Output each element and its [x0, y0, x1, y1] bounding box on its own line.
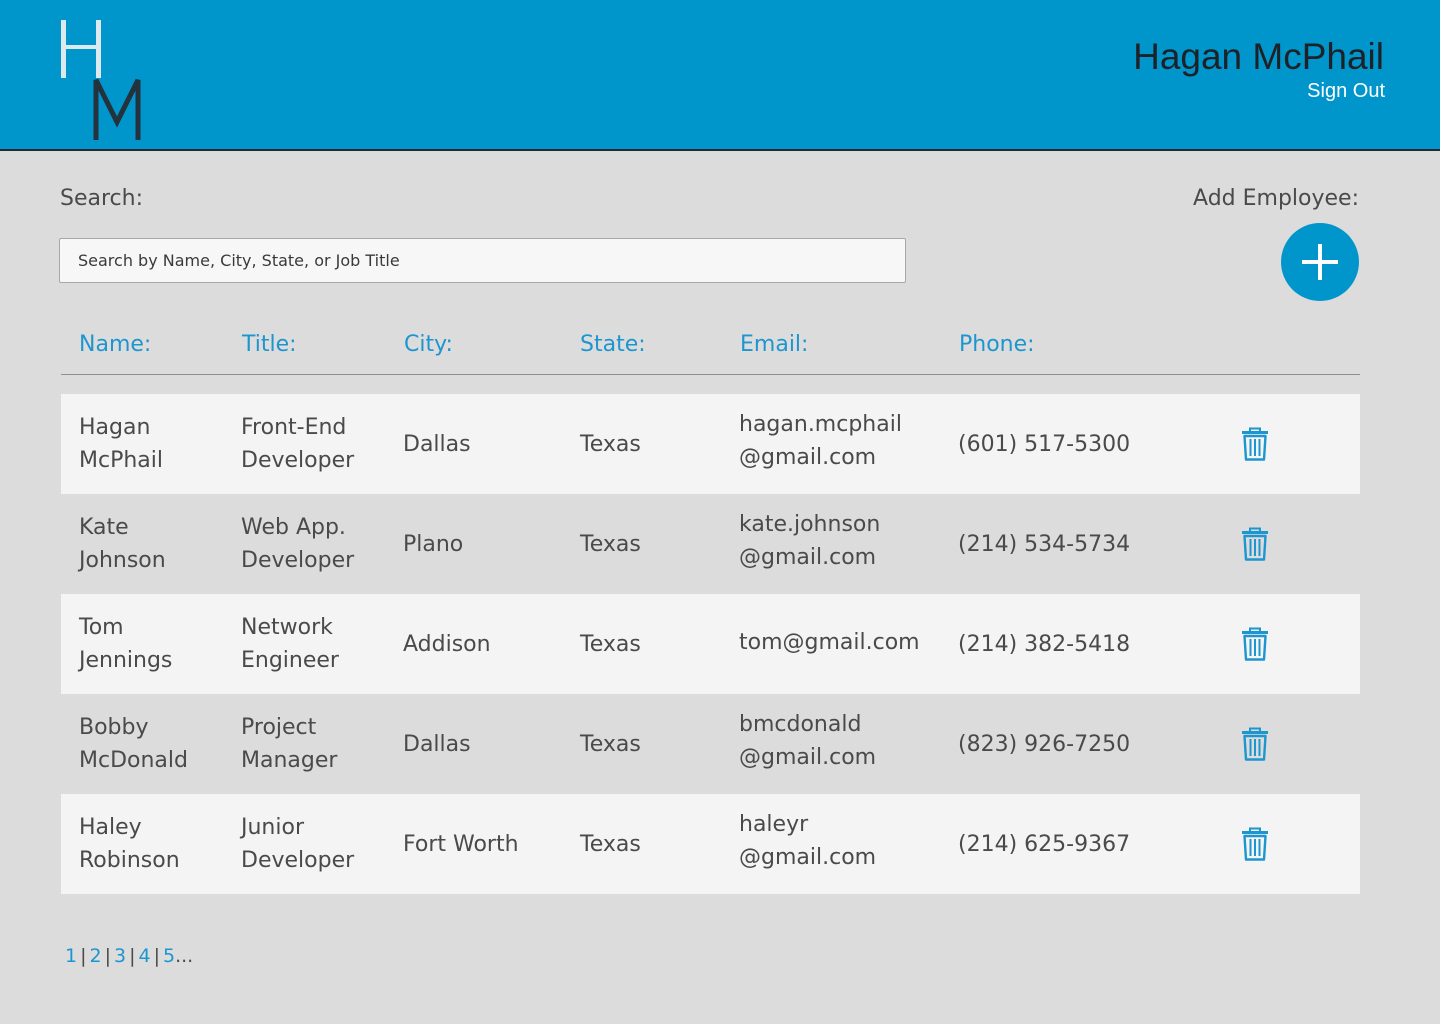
search-label: Search: [60, 186, 143, 211]
employee-title: Web App. Developer [241, 515, 355, 573]
employee-phone: (214) 625-9367 [958, 831, 1131, 857]
table-row: Haley Robinson Junior Developer Fort Worth… [61, 794, 1360, 894]
table-row: Kate Johnson Web App. Developer Plano Texa… [61, 494, 1360, 594]
page-separator: | [129, 945, 136, 967]
employee-name: Kate Johnson [79, 515, 166, 573]
employee-email[interactable]: haleyr @gmail.com [739, 794, 949, 894]
trash-icon[interactable] [1240, 727, 1270, 761]
table-row: Bobby McDonald Project Manager Dallas Texa… [61, 694, 1360, 794]
employee-title: Front-End Developer [241, 415, 355, 473]
employee-phone: (214) 382-5418 [958, 631, 1131, 657]
employee-email[interactable]: bmcdonald @gmail.com [739, 694, 949, 794]
employee-city: Plano [403, 531, 464, 557]
trash-icon[interactable] [1240, 427, 1270, 461]
page-link-4[interactable]: 4 [139, 945, 151, 967]
employee-email[interactable]: kate.johnson @gmail.com [739, 494, 949, 594]
header-divider [61, 374, 1360, 375]
app-header: H M Hagan McPhail Sign Out [0, 0, 1440, 151]
pagination-more: ... [175, 945, 194, 967]
employee-phone: (601) 517-5300 [958, 431, 1131, 457]
employee-state: Texas [580, 831, 641, 857]
page-separator: | [153, 945, 160, 967]
employee-title: Network Engineer [241, 615, 339, 673]
employee-city: Addison [403, 631, 491, 657]
table-row: Tom Jennings Network Engineer Addison Texa… [61, 594, 1360, 694]
table-row: Hagan McPhail Front-End Developer Dallas T… [61, 394, 1360, 494]
employee-email[interactable]: tom@gmail.com [739, 594, 949, 694]
trash-icon[interactable] [1240, 827, 1270, 861]
page-separator: | [104, 945, 111, 967]
search-input[interactable] [59, 238, 906, 283]
employee-name: Haley Robinson [79, 815, 180, 873]
page-link-3[interactable]: 3 [114, 945, 126, 967]
employee-phone: (214) 534-5734 [958, 531, 1131, 557]
sign-out-link[interactable]: Sign Out [1307, 80, 1385, 103]
employee-phone: (823) 926-7250 [958, 731, 1131, 757]
employee-state: Texas [580, 631, 641, 657]
employee-city: Fort Worth [403, 831, 519, 857]
page-separator: | [80, 945, 87, 967]
page-link-1[interactable]: 1 [65, 945, 77, 967]
column-header-phone[interactable]: Phone: [959, 332, 1035, 357]
trash-icon[interactable] [1240, 527, 1270, 561]
employee-name: Bobby McDonald [79, 715, 188, 773]
employee-state: Texas [580, 731, 641, 757]
employee-title: Project Manager [241, 715, 338, 773]
trash-icon[interactable] [1240, 627, 1270, 661]
user-name: Hagan McPhail [1133, 36, 1384, 77]
logo-m-letter: M [93, 78, 141, 140]
column-header-email[interactable]: Email: [740, 332, 808, 357]
pagination: 1 | 2 | 3 | 4 | 5... [65, 945, 193, 967]
column-header-state[interactable]: State: [580, 332, 646, 357]
employee-state: Texas [580, 431, 641, 457]
column-header-name[interactable]: Name: [79, 332, 151, 357]
logo-h-letter: H [61, 20, 101, 78]
page-link-5[interactable]: 5 [163, 945, 175, 967]
employee-city: Dallas [403, 431, 471, 457]
employee-name: Hagan McPhail [79, 415, 163, 473]
employee-title: Junior Developer [241, 815, 355, 873]
plus-icon [1302, 244, 1338, 280]
page-link-2[interactable]: 2 [90, 945, 102, 967]
employee-state: Texas [580, 531, 641, 557]
employee-email[interactable]: hagan.mcphail @gmail.com [739, 394, 949, 494]
column-header-city[interactable]: City: [404, 332, 453, 357]
add-employee-button[interactable] [1281, 223, 1359, 301]
employee-name: Tom Jennings [79, 615, 173, 673]
employee-city: Dallas [403, 731, 471, 757]
column-header-title[interactable]: Title: [242, 332, 297, 357]
add-employee-label: Add Employee: [1193, 186, 1359, 211]
